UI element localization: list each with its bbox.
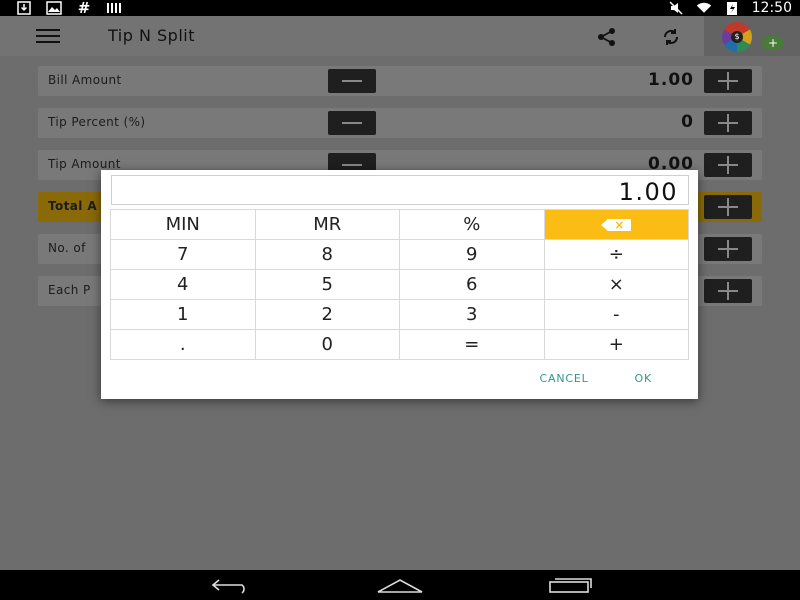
key-backspace[interactable]: × [544,210,688,239]
key-plus[interactable]: + [544,330,688,359]
refresh-icon[interactable] [660,26,682,48]
key-divide[interactable]: ÷ [544,240,688,269]
mute-icon [668,1,684,15]
status-time: 12:50 [751,0,792,16]
key-3[interactable]: 3 [400,300,544,329]
key-0[interactable]: 0 [255,330,399,359]
status-bar: # 12:50 [0,0,800,16]
wifi-icon [696,1,712,15]
key-4[interactable]: 4 [111,270,255,299]
tip-amount-plus-button[interactable] [704,153,752,177]
logo-plus: + [762,36,784,50]
bill-amount-value: 1.00 [648,70,694,90]
key-5[interactable]: 5 [255,270,399,299]
total-plus-button[interactable] [704,195,752,219]
menu-icon[interactable] [36,29,60,43]
key-1[interactable]: 1 [111,300,255,329]
logo-dollar: $ [731,31,743,43]
cancel-button[interactable]: CANCEL [540,372,589,385]
calculator-display: 1.00 [111,175,689,206]
hash-icon: # [77,0,91,17]
display-value: 1.00 [618,178,678,206]
navigation-bar [0,570,800,600]
key-9[interactable]: 9 [400,240,544,269]
tip-percent-value: 0 [681,112,694,132]
back-icon[interactable] [204,576,254,594]
tip-percent-plus-button[interactable] [704,111,752,135]
signal-bars-icon [106,1,122,15]
total-amount-label: Total A [48,199,98,213]
key-percent[interactable]: % [400,210,544,239]
ok-button[interactable]: OK [635,372,652,385]
key-2[interactable]: 2 [255,300,399,329]
bill-amount-label: Bill Amount [48,73,122,87]
key-8[interactable]: 8 [255,240,399,269]
backspace-x: × [614,217,625,232]
app-logo-button[interactable] [704,16,800,56]
download-icon [16,1,32,15]
bill-amount-row: Bill Amount 1.00 [38,66,762,96]
home-icon[interactable] [375,576,425,594]
app-title: Tip N Split [108,26,195,45]
key-6[interactable]: 6 [400,270,544,299]
bill-minus-button[interactable] [328,69,376,93]
battery-charging-icon [724,1,740,15]
key-equals[interactable]: = [400,330,544,359]
key-7[interactable]: 7 [111,240,255,269]
people-plus-button[interactable] [704,237,752,261]
calculator-dialog: 1.00 MIN MR % × 7 8 9 ÷ 4 5 6 × 1 2 3 - … [101,170,698,399]
key-mr[interactable]: MR [255,210,399,239]
toolbar: Tip N Split $ + [0,16,800,56]
tip-percent-label: Tip Percent (%) [48,115,146,129]
tip-percent-row: Tip Percent (%) 0 [38,108,762,138]
image-icon [46,1,62,15]
bill-plus-button[interactable] [704,69,752,93]
each-plus-button[interactable] [704,279,752,303]
each-person-label: Each P [48,283,91,297]
key-minus[interactable]: - [544,300,688,329]
share-icon[interactable] [596,26,618,48]
recents-icon[interactable] [546,576,596,594]
key-multiply[interactable]: × [544,270,688,299]
backspace-icon: × [601,217,632,232]
key-min[interactable]: MIN [111,210,255,239]
key-dot[interactable]: . [111,330,255,359]
people-label: No. of [48,241,86,255]
tip-percent-minus-button[interactable] [328,111,376,135]
dialog-actions: CANCEL OK [540,372,652,385]
keypad: MIN MR % × 7 8 9 ÷ 4 5 6 × 1 2 3 - . 0 =… [110,209,689,360]
tip-amount-label: Tip Amount [48,157,121,171]
